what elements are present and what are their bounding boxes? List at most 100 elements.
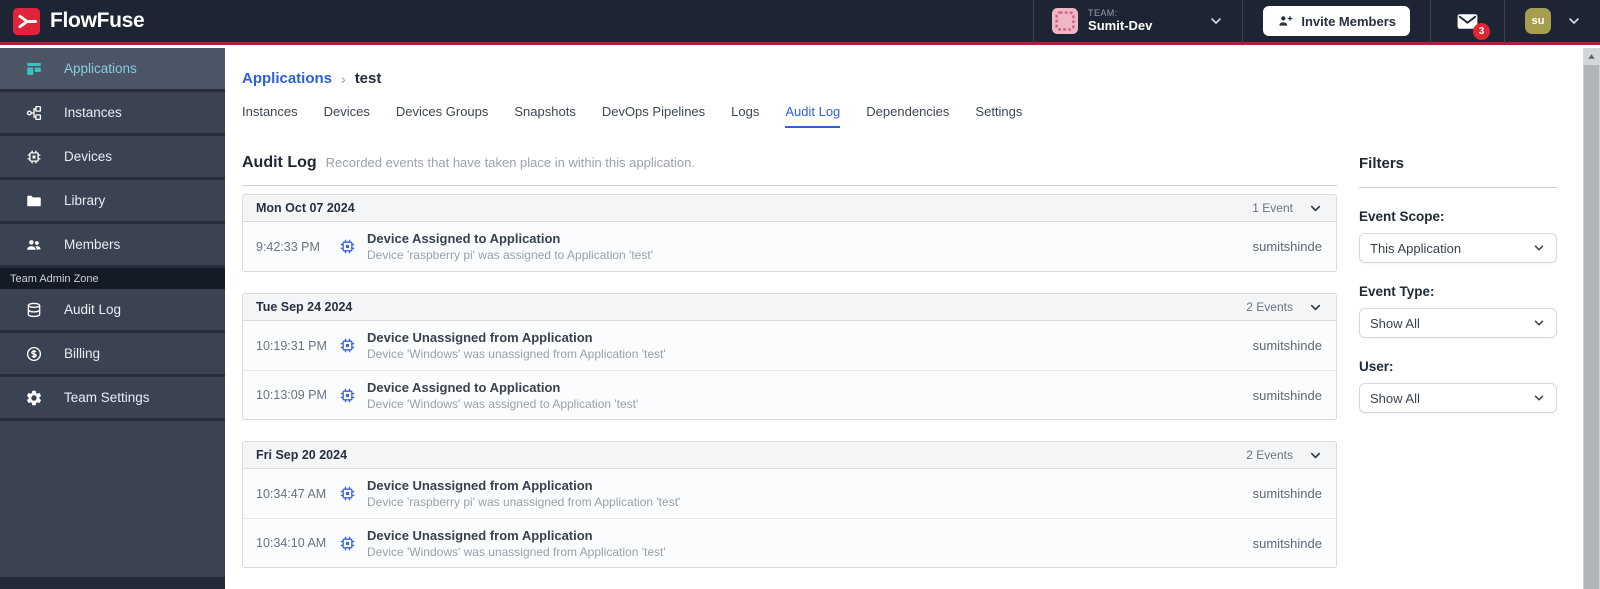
event-row: 10:19:31 PM Device Unassigned from Appli… — [243, 321, 1336, 370]
sidebar-item-label: Billing — [64, 346, 101, 361]
filters-title: Filters — [1359, 155, 1405, 172]
sidebar-item-billing[interactable]: Billing — [0, 333, 225, 377]
sidebar-item-label: Library — [64, 193, 106, 208]
event-group: Mon Oct 07 2024 1 Event 9:42:33 PM Devic… — [242, 194, 1337, 272]
event-user: sumitshinde — [1252, 486, 1322, 501]
sidebar-item-members[interactable]: Members — [0, 224, 225, 268]
sidebar-item-audit-log[interactable]: Audit Log — [0, 289, 225, 333]
event-group: Tue Sep 24 2024 2 Events 10:19:31 PM Dev… — [242, 293, 1337, 420]
dollar-circle-icon — [25, 345, 43, 363]
application-tabs: Instances Devices Devices Groups Snapsho… — [242, 104, 1557, 128]
event-user: sumitshinde — [1252, 535, 1322, 551]
event-title: Device Assigned to Application — [367, 379, 561, 395]
event-group-header[interactable]: Mon Oct 07 2024 1 Event — [243, 195, 1336, 222]
event-title: Device Unassigned from Application — [367, 478, 593, 493]
event-description: Device 'raspberry pi' was assigned to Ap… — [367, 248, 653, 262]
sidebar-item-label: Applications — [64, 61, 137, 76]
chevron-down-icon[interactable] — [1566, 13, 1582, 29]
event-user: sumitshinde — [1252, 338, 1322, 353]
group-date: Mon Oct 07 2024 — [256, 201, 355, 215]
event-title: Device Assigned to Application — [367, 231, 561, 246]
tab-devices[interactable]: Devices — [324, 104, 370, 128]
sidebar-item-label: Members — [64, 237, 121, 252]
chevron-down-icon[interactable] — [1308, 300, 1323, 315]
vertical-scrollbar[interactable] — [1583, 48, 1600, 589]
event-row: 9:42:33 PM Device Assigned to Applicatio… — [243, 222, 1336, 271]
team-switcher[interactable]: TEAM: Sumit-Dev — [1034, 0, 1242, 44]
event-time: 10:13:09 PM — [256, 388, 327, 402]
group-event-count: 1 Event — [1252, 201, 1293, 215]
scroll-up-button[interactable] — [1583, 48, 1600, 65]
event-type-value: Show All — [1370, 315, 1420, 331]
chevron-down-icon[interactable] — [1308, 201, 1323, 216]
event-group: Fri Sep 20 2024 2 Events 10:34:47 AM Dev… — [242, 441, 1337, 568]
tab-snapshots[interactable]: Snapshots — [514, 104, 575, 128]
event-row: 10:13:09 PM Device Assigned to Applicati… — [243, 370, 1336, 419]
sidebar-item-label: Team Settings — [64, 390, 150, 405]
tab-settings[interactable]: Settings — [975, 104, 1022, 128]
chip-icon — [338, 534, 357, 553]
sidebar-item-applications[interactable]: Applications — [0, 48, 225, 92]
group-event-count: 2 Events — [1246, 300, 1293, 314]
sidebar-item-instances[interactable]: Instances — [0, 92, 225, 136]
chip-icon — [338, 386, 357, 405]
flowfuse-app: FlowFuse TEAM: Sumit-Dev Invite Members … — [0, 0, 1600, 589]
tab-dependencies[interactable]: Dependencies — [866, 104, 949, 128]
user-avatar[interactable]: su — [1525, 8, 1551, 34]
top-header: FlowFuse TEAM: Sumit-Dev Invite Members … — [0, 0, 1600, 45]
invite-members-button[interactable]: Invite Members — [1263, 6, 1410, 36]
team-name: Sumit-Dev — [1088, 17, 1153, 33]
event-scope-value: This Application — [1370, 240, 1462, 256]
sidebar-section-team-admin-zone: Team Admin Zone — [0, 268, 225, 289]
chevron-down-icon — [1532, 316, 1546, 330]
brand-name: FlowFuse — [50, 9, 145, 32]
sidebar-footer — [0, 577, 225, 589]
chip-icon — [338, 336, 357, 355]
event-user: sumitshinde — [1252, 387, 1322, 403]
chevron-down-icon[interactable] — [1308, 448, 1323, 463]
sidebar-item-library[interactable]: Library — [0, 180, 225, 224]
notifications-button[interactable]: 3 — [1455, 9, 1490, 40]
event-time: 9:42:33 PM — [256, 239, 320, 254]
filter-label-event-scope: Event Scope: — [1359, 209, 1445, 224]
event-time: 10:19:31 PM — [256, 338, 327, 353]
event-group-header[interactable]: Fri Sep 20 2024 2 Events — [243, 442, 1336, 469]
audit-log-section: Audit Log Recorded events that have take… — [242, 154, 1337, 568]
people-icon — [25, 236, 43, 254]
event-type-select[interactable]: Show All — [1359, 308, 1557, 338]
filter-label-event-type: Event Type: — [1359, 284, 1435, 299]
scrollbar-thumb[interactable] — [1584, 65, 1599, 589]
notification-badge: 3 — [1473, 22, 1490, 40]
tab-instances[interactable]: Instances — [242, 104, 298, 128]
sidebar-nav: Applications Instances Devices Library M… — [0, 48, 225, 589]
brand[interactable]: FlowFuse — [13, 7, 145, 35]
filters-panel: Filters Event Scope: This Application Ev… — [1359, 154, 1557, 568]
tab-devops-pipelines[interactable]: DevOps Pipelines — [602, 104, 705, 128]
breadcrumb-applications-link[interactable]: Applications — [242, 70, 332, 87]
breadcrumb-separator: › — [341, 70, 346, 87]
event-scope-select[interactable]: This Application — [1359, 233, 1557, 263]
applications-icon — [25, 60, 43, 78]
event-group-header[interactable]: Tue Sep 24 2024 2 Events — [243, 294, 1336, 321]
user-value: Show All — [1370, 390, 1420, 406]
tab-devices-groups[interactable]: Devices Groups — [396, 104, 488, 128]
group-event-count: 2 Events — [1246, 448, 1293, 462]
sidebar-item-devices[interactable]: Devices — [0, 136, 225, 180]
event-user: sumitshinde — [1252, 239, 1322, 254]
section-divider — [242, 185, 1337, 186]
sidebar-item-team-settings[interactable]: Team Settings — [0, 377, 225, 421]
invite-members-label: Invite Members — [1301, 13, 1396, 29]
user-select[interactable]: Show All — [1359, 383, 1557, 413]
tab-logs[interactable]: Logs — [731, 104, 759, 128]
event-row: 10:34:47 AM Device Unassigned from Appli… — [243, 469, 1336, 518]
event-title: Device Unassigned from Application — [367, 527, 593, 543]
tab-audit-log[interactable]: Audit Log — [785, 104, 841, 128]
group-date: Tue Sep 24 2024 — [256, 300, 353, 314]
event-row: 10:34:10 AM Device Unassigned from Appli… — [243, 518, 1336, 567]
database-icon — [25, 301, 43, 319]
chevron-down-icon[interactable] — [1208, 13, 1224, 29]
event-description: Device 'raspberry pi' was unassigned fro… — [367, 495, 681, 509]
chip-icon — [25, 148, 43, 166]
event-time: 10:34:10 AM — [256, 536, 327, 550]
event-time: 10:34:47 AM — [256, 486, 327, 501]
